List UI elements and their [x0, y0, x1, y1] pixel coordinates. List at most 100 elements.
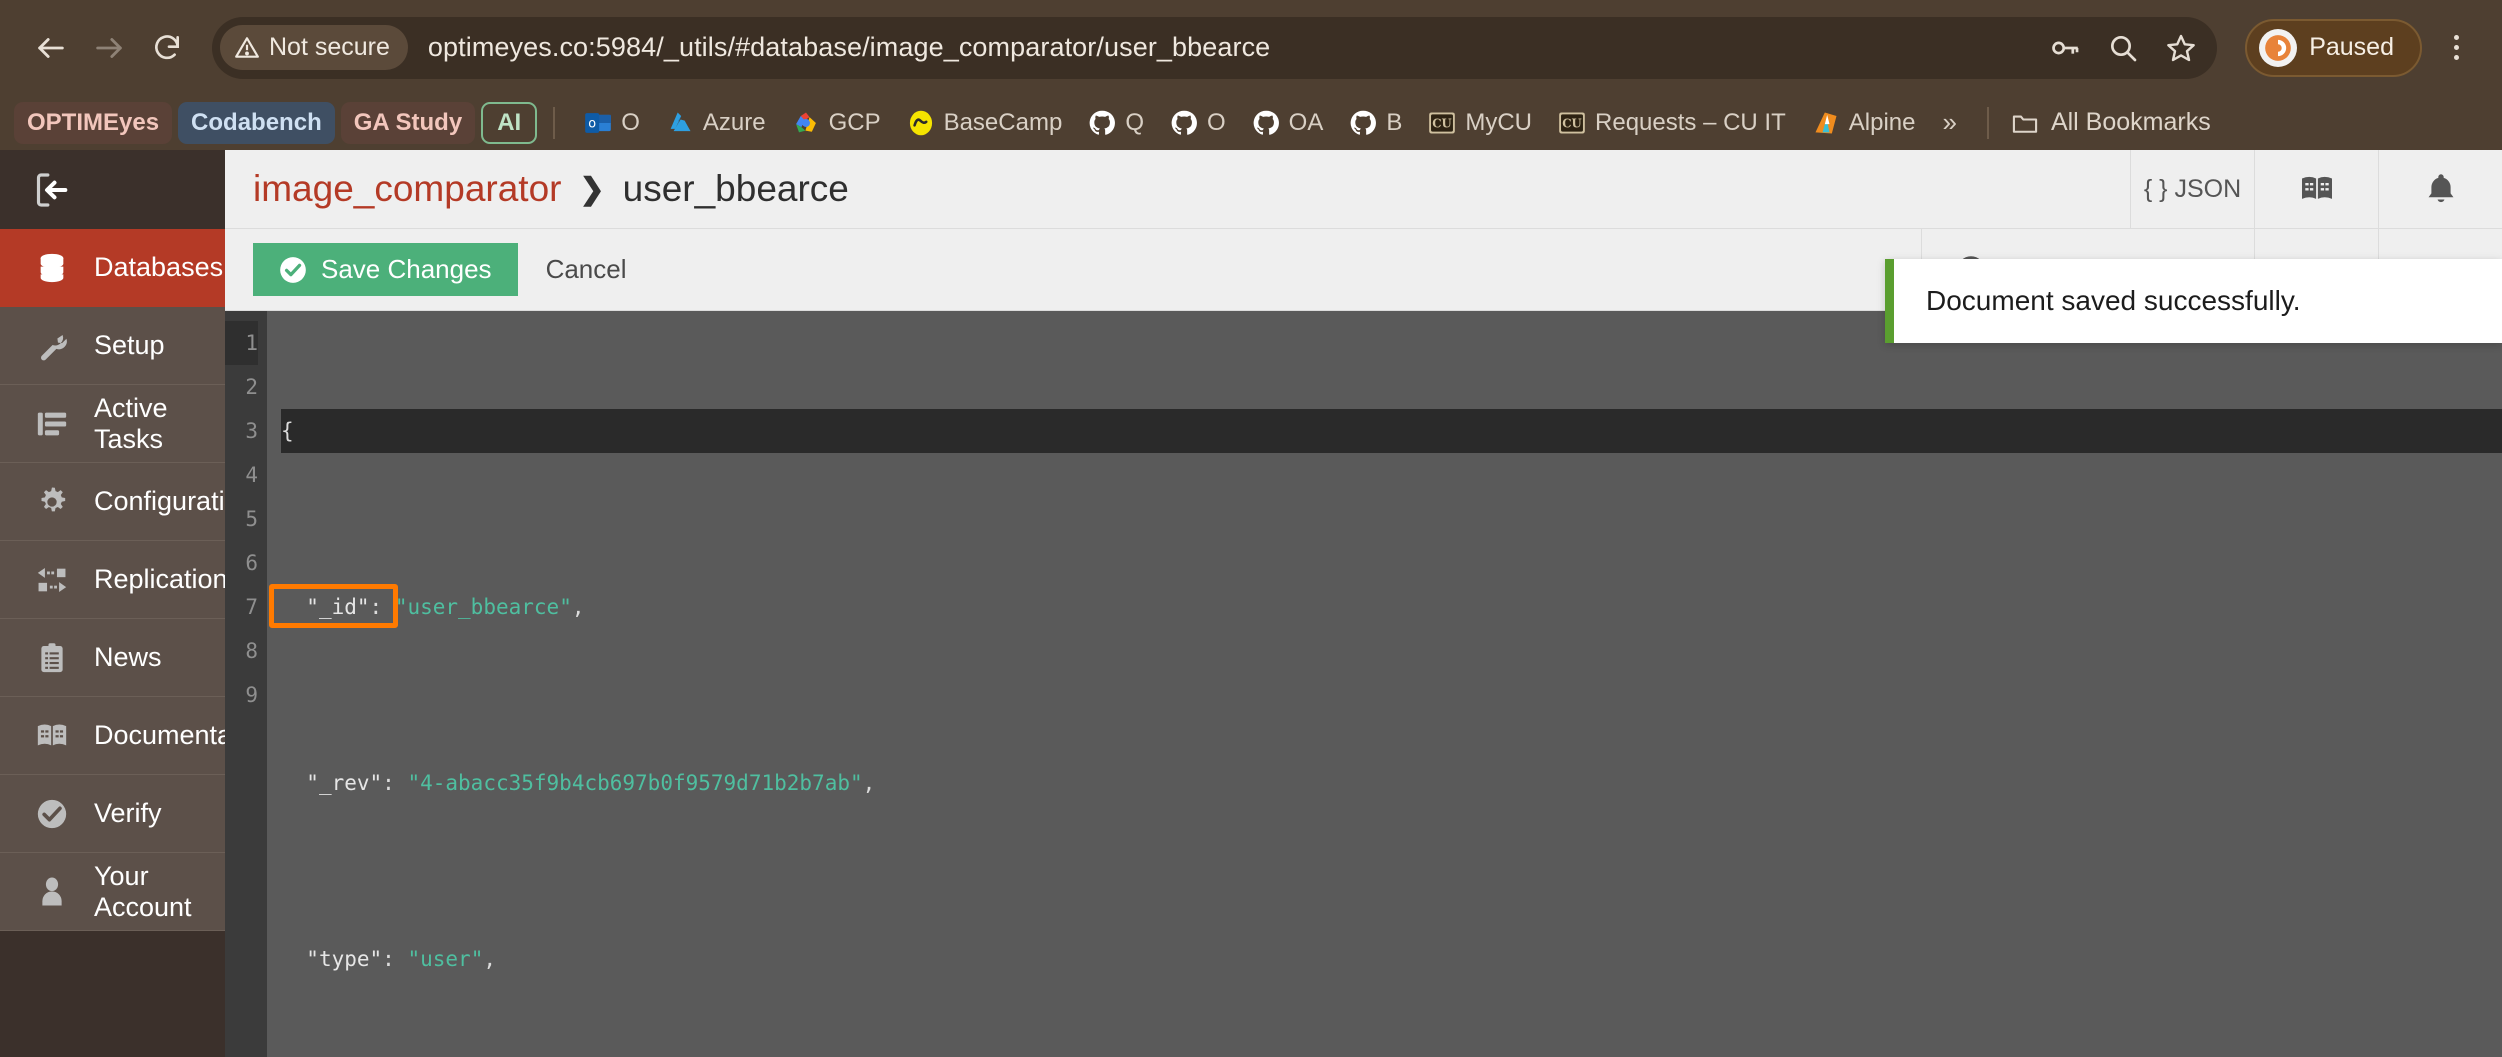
svg-text:o: o	[588, 116, 596, 131]
bookmark-label: MyCU	[1465, 108, 1533, 136]
sidebar-item-documentation[interactable]: Documentation	[0, 697, 276, 775]
bookmark-label: Alpine	[1848, 108, 1916, 136]
sidebar-item-label: Replication	[94, 564, 228, 594]
bookmark-label: GCP	[828, 108, 881, 136]
folder-icon	[2012, 115, 2038, 133]
cu-icon: CU	[1559, 112, 1585, 133]
all-bookmarks-button[interactable]: All Bookmarks	[2005, 108, 2211, 137]
line-number-gutter: 1 2 3 4 5 6 7 8 9	[225, 311, 267, 1057]
wrench-icon	[32, 326, 72, 366]
browser-chrome: Not secure optimeyes.co:5984/_utils/#dat…	[0, 0, 2502, 150]
sidebar-item-label: Databases	[94, 252, 224, 282]
bookmark-label: Requests – CU IT	[1595, 108, 1786, 136]
bookmark-ai[interactable]: AI	[481, 101, 538, 144]
notifications-button[interactable]	[2378, 149, 2502, 229]
line-number: 4	[245, 463, 258, 487]
github-icon	[1350, 110, 1377, 135]
sidebar-item-verify[interactable]: Verify	[0, 775, 225, 853]
sidebar-filler	[0, 931, 225, 1057]
security-label: Not secure	[269, 33, 390, 61]
gcp-icon	[795, 112, 816, 132]
json-value-id: "user_bbearce"	[394, 595, 572, 619]
bookmark-codabench[interactable]: Codabench	[178, 101, 335, 144]
forward-button[interactable]	[80, 19, 138, 77]
sidebar-item-replication[interactable]: Replication	[0, 541, 228, 619]
code-area[interactable]: { "_id": "user_bbearce", "_rev": "4-abac…	[267, 311, 2502, 1057]
url-text: optimeyes.co:5984/_utils/#database/image…	[427, 32, 1271, 62]
cancel-button[interactable]: Cancel	[518, 254, 655, 285]
bell-icon	[2428, 174, 2453, 203]
sidebar-item-active-tasks[interactable]: Active Tasks	[0, 385, 225, 463]
line-number: 9	[245, 683, 258, 707]
bookmark-label: O	[1206, 108, 1226, 136]
bookmark-label: Azure	[702, 108, 766, 136]
omnibox-icons	[2039, 22, 2207, 74]
profile-label: Paused	[2309, 33, 2394, 61]
bookmark-ga-study[interactable]: GA Study	[340, 101, 476, 144]
browser-nav-row: Not secure optimeyes.co:5984/_utils/#dat…	[0, 0, 2502, 95]
bookmark-github-oa[interactable]: OA	[1239, 102, 1337, 144]
bookmark-github-o[interactable]: O	[1157, 102, 1239, 144]
bookmarks-bar: OPTIMEyes Codabench GA Study AI o O Azur…	[0, 95, 2502, 150]
sidebar-item-configuration[interactable]: Configuration	[0, 463, 255, 541]
sidebar-item-label: Your Account	[94, 860, 192, 922]
bookmark-star-icon[interactable]	[2155, 22, 2207, 74]
sidebar-item-label: Verify	[94, 798, 162, 828]
security-indicator[interactable]: Not secure	[220, 25, 408, 70]
bookmark-mycu[interactable]: CU MyCU	[1415, 102, 1545, 144]
bookmark-optimeyes[interactable]: OPTIMEyes	[14, 101, 173, 144]
github-icon	[1089, 110, 1116, 135]
toast-message: Document saved successfully.	[1926, 285, 2301, 316]
outlook-icon: o	[585, 112, 612, 133]
bookmark-github-b[interactable]: B	[1336, 102, 1415, 144]
page-header: image_comparator ❯ user_bbearce { } JSON	[225, 149, 2502, 229]
open-brace: {	[281, 419, 294, 443]
json-view-button[interactable]: { } JSON	[2130, 149, 2254, 229]
code-line-2: "_id": "user_bbearce",	[306, 595, 585, 619]
breadcrumb-document: user_bbearce	[622, 168, 849, 209]
line-number: 2	[245, 375, 258, 399]
toast-notification[interactable]: Document saved successfully.	[1885, 259, 2502, 343]
gear-icon	[32, 482, 72, 522]
sidebar-item-setup[interactable]: Setup	[0, 307, 225, 385]
cu-icon: CU	[1429, 112, 1456, 133]
search-icon[interactable]	[2097, 22, 2149, 74]
address-bar[interactable]: Not secure optimeyes.co:5984/_utils/#dat…	[212, 16, 2218, 79]
sidebar-item-label: Setup	[94, 330, 165, 360]
browser-menu-button[interactable]	[2432, 19, 2480, 77]
bookmark-gcp[interactable]: GCP	[779, 102, 894, 144]
breadcrumb-database-link[interactable]: image_comparator	[253, 168, 561, 210]
avatar	[2259, 28, 2298, 67]
save-changes-button[interactable]: Save Changes	[253, 243, 518, 296]
line-number: 8	[245, 639, 258, 663]
bookmarks-overflow-button[interactable]: »	[1928, 107, 1970, 138]
bookmark-azure[interactable]: Azure	[653, 102, 779, 144]
line-number: 6	[245, 551, 258, 575]
json-value-type: "user"	[407, 947, 484, 971]
documentation-button[interactable]	[2254, 149, 2378, 229]
sidebar-item-databases[interactable]: Databases	[0, 229, 225, 307]
json-value-rev: "4-abacc35f9b4cb697b0f9579d71b2b7ab"	[407, 771, 863, 795]
check-circle-icon	[280, 256, 306, 283]
json-key: "_rev"	[306, 771, 383, 795]
bookmark-github-q[interactable]: Q	[1075, 102, 1157, 144]
sidebar-item-label: News	[94, 642, 162, 672]
bookmark-label: Q	[1125, 108, 1144, 136]
bookmark-basecamp[interactable]: BaseCamp	[894, 102, 1076, 144]
breadcrumb: image_comparator ❯ user_bbearce	[225, 168, 2130, 210]
back-button[interactable]	[22, 19, 80, 77]
bookmark-requests-cu-it[interactable]: CU Requests – CU IT	[1545, 102, 1799, 144]
password-key-icon[interactable]	[2039, 22, 2091, 74]
line-number: 7	[245, 595, 258, 619]
sidebar-collapse-button[interactable]	[0, 150, 225, 229]
sidebar-item-your-account[interactable]: Your Account	[0, 853, 225, 931]
bookmark-outlook[interactable]: o O	[571, 102, 653, 144]
sidebar-item-news[interactable]: News	[0, 619, 225, 697]
book-icon	[32, 716, 72, 756]
bookmark-label: GA Study	[353, 108, 463, 136]
profile-button[interactable]: Paused	[2245, 18, 2422, 77]
bookmark-alpine[interactable]: Alpine	[1799, 102, 1929, 144]
reload-button[interactable]	[138, 19, 196, 77]
code-line-1: {	[281, 409, 2502, 453]
json-editor[interactable]: 1 2 3 4 5 6 7 8 9 { "_id": "user_bbearce…	[225, 311, 2502, 1057]
